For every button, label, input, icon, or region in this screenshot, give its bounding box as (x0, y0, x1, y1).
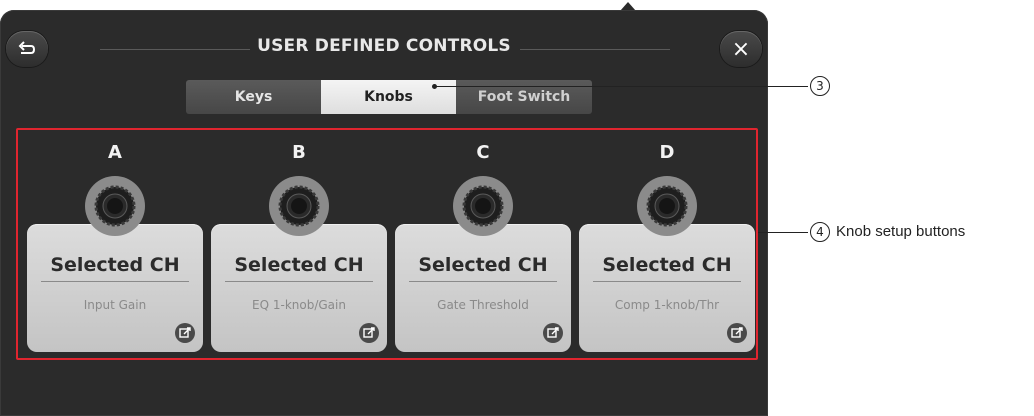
knob-letter: D (659, 142, 675, 163)
knob-icon (85, 176, 145, 236)
knob-setup-button-a[interactable]: A Selected CH Input Gain (27, 138, 203, 356)
divider (409, 281, 557, 282)
divider (593, 281, 741, 282)
close-icon: × (731, 36, 751, 62)
knob-parameter: Gate Threshold (437, 298, 529, 312)
knob-icon (637, 176, 697, 236)
edit-icon[interactable] (543, 323, 563, 343)
knob-setup-button-c[interactable]: C Selected CH Gate Threshold (395, 138, 571, 356)
knob-setup-button-d[interactable]: D Selected CH Comp 1-knob/Thr (579, 138, 755, 356)
knob-target: Selected CH (602, 254, 732, 276)
callout-line-tabs (434, 86, 808, 87)
knob-parameter: Comp 1-knob/Thr (614, 298, 720, 312)
knob-parameter: Input Gain (83, 298, 147, 312)
knob-target: Selected CH (234, 254, 364, 276)
window-title: USER DEFINED CONTROLS (257, 36, 511, 56)
edit-icon[interactable] (359, 323, 379, 343)
knob-icon (269, 176, 329, 236)
close-button[interactable]: × (720, 31, 762, 67)
edit-icon[interactable] (175, 323, 195, 343)
knob-target: Selected CH (50, 254, 180, 276)
knob-letter: B (292, 142, 306, 163)
knob-letter: C (476, 142, 490, 163)
knob-letter: A (108, 142, 122, 163)
knob-parameter: EQ 1-knob/Gain (252, 298, 346, 312)
knob-target: Selected CH (418, 254, 548, 276)
divider (225, 281, 373, 282)
title-divider-right (520, 49, 670, 50)
divider (41, 281, 189, 282)
tab-keys[interactable]: Keys (186, 80, 321, 114)
callout-label-knobs: Knob setup buttons (836, 223, 966, 240)
knob-icon (453, 176, 513, 236)
user-defined-controls-window: USER DEFINED CONTROLS × Keys Knobs Foot … (0, 10, 768, 416)
callout-number-knobs: 4 (810, 222, 830, 242)
knob-setup-button-b[interactable]: B Selected CH EQ 1-knob/Gain (211, 138, 387, 356)
callout-number-tabs: 3 (810, 76, 830, 96)
edit-icon[interactable] (727, 323, 747, 343)
callout-line-knobs (758, 232, 808, 233)
